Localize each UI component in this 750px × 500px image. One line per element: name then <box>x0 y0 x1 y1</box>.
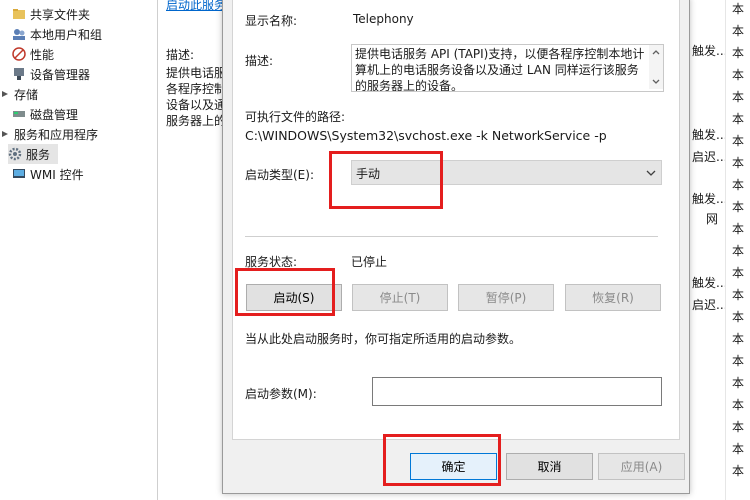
tree-item-label: 存储 <box>14 87 39 102</box>
background-desc-line: 各程序控制 <box>166 82 227 96</box>
start-params-hint: 当从此处启动服务时，你可指定所适用的启动参数。 <box>245 332 522 346</box>
disk-icon <box>12 107 26 121</box>
cancel-button[interactable]: 取消 <box>506 453 593 480</box>
pause-button[interactable]: 暂停(P) <box>458 284 554 311</box>
tree-item-wmi[interactable]: WMI 控件 <box>12 164 84 184</box>
tree-item-label: 本地用户和组 <box>30 27 103 42</box>
logon-cell: 本 <box>732 134 745 148</box>
logon-cell: 本 <box>732 376 745 390</box>
tree-item-label: 性能 <box>30 47 55 62</box>
service-status-value: 已停止 <box>351 255 388 269</box>
startup-type-cell: 触发... <box>692 276 728 290</box>
description-textbox[interactable]: 提供电话服务 API (TAPI)支持，以便各程序控制本地计算机上的电话服务设备… <box>351 44 664 92</box>
logon-cell: 本 <box>732 354 745 368</box>
storage-icon <box>0 87 10 101</box>
startup-type-cell: 触发... <box>692 192 728 206</box>
device-manager-icon <box>12 67 26 81</box>
logon-cell: 本 <box>732 464 745 478</box>
display-name-value: Telephony <box>353 12 414 26</box>
apply-button[interactable]: 应用(A) <box>598 453 685 480</box>
tree-item-services-and-apps[interactable]: 服务和应用程序 <box>0 124 98 144</box>
background-description-panel: 启动此服务 描述: 提供电话服 各程序控制 设备以及通 服务器上的 <box>158 0 228 500</box>
background-desc-line: 提供电话服 <box>166 66 227 80</box>
logon-cell: 本 <box>732 112 745 126</box>
background-desc-line: 服务器上的 <box>166 114 227 128</box>
startup-type-cell: 启迟... <box>692 298 728 312</box>
separator <box>245 236 658 237</box>
background-desc-label: 描述: <box>166 48 195 62</box>
logon-cell: 本 <box>732 266 745 280</box>
navigation-tree: 共享文件夹 本地用户和组 性能 设备管理器 存储 磁盘管理 服务和应用程序 服务… <box>0 0 158 500</box>
tree-item-local-users[interactable]: 本地用户和组 <box>12 24 102 44</box>
background-desc-line: 设备以及通 <box>166 98 227 112</box>
shared-folder-icon <box>12 7 26 21</box>
users-group-icon <box>12 27 26 41</box>
services-icon <box>8 147 22 161</box>
start-params-label: 启动参数(M): <box>245 387 317 401</box>
exe-path-value: C:\WINDOWS\System32\svchost.exe -k Netwo… <box>245 128 607 143</box>
tree-item-storage[interactable]: 存储 <box>0 84 38 104</box>
wmi-icon <box>12 167 26 181</box>
tree-item-label: 服务和应用程序 <box>14 127 99 142</box>
startup-type-cell: 启迟... <box>692 150 728 164</box>
logon-cell: 本 <box>732 178 745 192</box>
logon-cell: 本 <box>732 332 745 346</box>
description-label: 描述: <box>245 54 274 68</box>
tree-item-performance[interactable]: 性能 <box>12 44 54 64</box>
logon-cell: 本 <box>732 68 745 82</box>
logon-cell: 本 <box>732 24 745 38</box>
start-service-link[interactable]: 启动此服务 <box>166 0 226 13</box>
logon-cell: 本 <box>732 156 745 170</box>
logon-cell: 本 <box>732 46 745 60</box>
logon-cell: 本 <box>732 442 745 456</box>
tree-item-shared-folders[interactable]: 共享文件夹 <box>12 4 90 24</box>
start-button-highlight <box>235 268 335 316</box>
start-params-input[interactable] <box>372 377 662 406</box>
tree-item-device-manager[interactable]: 设备管理器 <box>12 64 90 84</box>
logon-cell: 本 <box>732 310 745 324</box>
startup-type-label: 启动类型(E): <box>245 168 314 182</box>
exe-path-label: 可执行文件的路径: <box>245 110 346 124</box>
tree-item-services[interactable]: 服务 <box>8 144 58 164</box>
startup-type-cell: 网 <box>706 212 719 226</box>
startup-type-cell: 触发... <box>692 128 728 142</box>
services-apps-icon <box>0 127 10 141</box>
tree-item-label: WMI 控件 <box>30 167 84 182</box>
stop-button[interactable]: 停止(T) <box>352 284 448 311</box>
ok-button-highlight <box>383 434 501 486</box>
logon-cell: 本 <box>732 90 745 104</box>
tree-item-disk-management[interactable]: 磁盘管理 <box>12 104 78 124</box>
logon-cell: 本 <box>732 288 745 302</box>
performance-icon <box>12 47 26 61</box>
tree-item-label: 共享文件夹 <box>30 7 91 22</box>
logon-cell: 本 <box>732 222 745 236</box>
logon-cell: 本 <box>732 2 745 16</box>
logon-cell: 本 <box>732 200 745 214</box>
tree-item-label: 设备管理器 <box>30 67 91 82</box>
logon-cell: 本 <box>732 420 745 434</box>
tree-item-label: 服务 <box>26 147 51 162</box>
display-name-label: 显示名称: <box>245 14 298 28</box>
tree-item-label: 磁盘管理 <box>30 107 79 122</box>
logon-cell: 本 <box>732 398 745 412</box>
logon-cell: 本 <box>732 244 745 258</box>
description-text: 提供电话服务 API (TAPI)支持，以便各程序控制本地计算机上的电话服务设备… <box>355 47 645 92</box>
startup-type-highlight <box>329 151 443 209</box>
chevron-down-icon <box>645 167 657 182</box>
description-scrollbar[interactable] <box>649 45 663 89</box>
startup-type-cell: 触发... <box>692 44 728 58</box>
resume-button[interactable]: 恢复(R) <box>565 284 661 311</box>
background-logon-column: 本 本 本 本 本 本 本 本 本 本 本 本 本 本 本 本 本 本 本 本 … <box>725 0 750 500</box>
